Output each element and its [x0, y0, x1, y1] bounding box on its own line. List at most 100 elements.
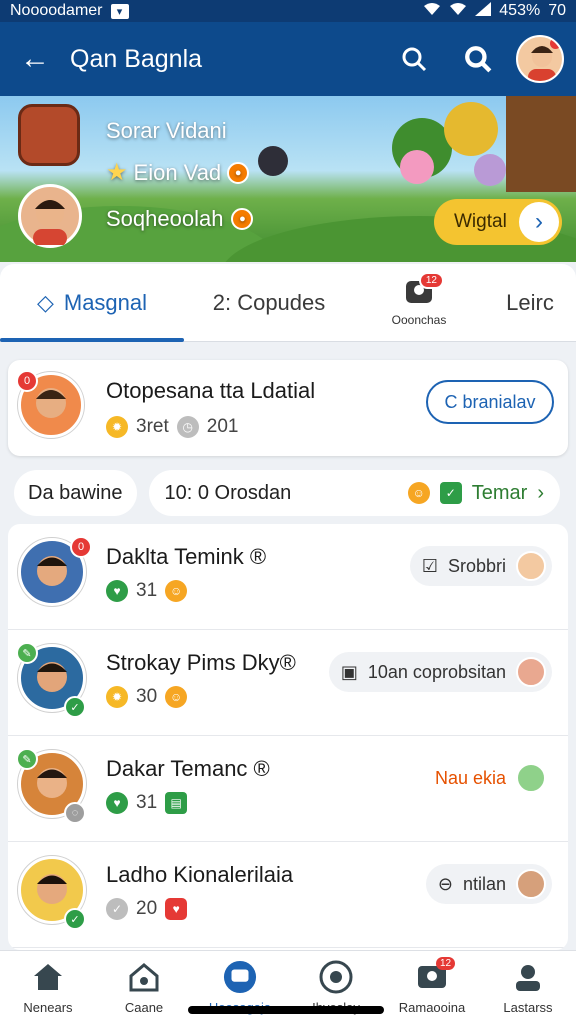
check-icon: ✓ — [439, 482, 462, 504]
house-outline-icon — [127, 960, 161, 994]
clock-icon: ◷ — [176, 416, 199, 438]
sun-icon: ✹ — [106, 416, 128, 438]
tab-copudes[interactable]: 2: Copudes — [184, 264, 354, 341]
shield-icon: ♥ — [165, 898, 188, 920]
notification-dot — [550, 38, 561, 49]
featured-stats: ✹ 3ret ◷ 201 — [106, 416, 238, 438]
friend-name: Daklta Temink ® — [106, 544, 267, 569]
mini-avatar — [516, 551, 546, 581]
friend-action-pill[interactable]: ▣ 10an coprobsitan — [328, 652, 552, 692]
banner-username: Soqheoolah ● — [106, 206, 254, 232]
checkbox-icon: ☑ — [421, 555, 438, 576]
tab-badge: 12 — [418, 272, 444, 289]
leaf-badge: ✎ — [16, 748, 38, 770]
reload-icon: ⊖ — [437, 873, 453, 894]
featured-action-button[interactable]: C branialav — [426, 380, 554, 424]
notification-icon: ▾ — [110, 3, 129, 19]
list-item[interactable]: ✓ Ladho Kionalerilaia ✓ 20 ♥ ⊖ ntilan — [8, 842, 568, 948]
alert-badge: 0 — [16, 370, 38, 392]
star-icon: ★ — [106, 159, 128, 186]
chat-icon — [223, 960, 257, 994]
carrier-label: Noooodamer — [10, 2, 103, 19]
tab-leirc[interactable]: Leirc — [484, 264, 576, 341]
profile-avatar[interactable] — [516, 35, 564, 83]
featured-friend-card[interactable]: 0 Otopesana tta Ldatial ✹ 3ret ◷ 201 C b… — [8, 360, 568, 456]
emoji-icon: ☺ — [165, 580, 188, 602]
friend-action-pill[interactable]: ☑ Srobbri — [409, 546, 552, 586]
nav-item-caane[interactable]: Caane — [96, 951, 192, 1024]
shield-icon: ♥ — [106, 792, 128, 814]
inbox-icon: 12 — [404, 272, 444, 309]
app-bar: ← Qan Bagnla — [0, 22, 576, 96]
banner-subtitle: ★ Eion Vad ● — [106, 158, 250, 187]
sun-icon: ✹ — [106, 686, 128, 708]
banner-mascot — [258, 146, 288, 176]
online-check-badge: ✓ — [64, 696, 86, 718]
list-item[interactable]: ✎ ✓ Strokay Pims Dky® ✹ 30 ☺ ▣ 10an copr… — [8, 630, 568, 736]
chevron-right-icon: › — [537, 481, 544, 504]
banner-tree — [444, 102, 498, 156]
shield-icon: ♥ — [106, 580, 128, 602]
treehouse — [506, 96, 576, 192]
alert-badge: 0 — [70, 536, 92, 558]
game-banner: Sorar Vidani ★ Eion Vad ● Soqheoolah ● W… — [0, 96, 576, 262]
banner-mascot — [400, 150, 434, 184]
chat-badge: ◌ — [64, 802, 86, 824]
home-indicator[interactable] — [188, 1006, 384, 1014]
featured-name: Otopesana tta Ldatial — [106, 378, 316, 403]
tag-icon: ◇ — [36, 289, 54, 315]
friend-name: Strokay Pims Dky® — [106, 650, 296, 675]
battery-label: 453% — [499, 2, 541, 19]
friend-stats: ✓ 20 ♥ — [106, 898, 188, 920]
clock-label: 70 — [548, 2, 566, 19]
nav-item-ramaooina[interactable]: 12 Ramaooina — [384, 951, 480, 1024]
feather-icon: ✓ — [106, 898, 128, 920]
banner-mascot — [474, 154, 506, 186]
status-bar: Noooodamer ▾ 453% 70 — [0, 0, 576, 22]
filter-row: Da bawine 10: 0 Orosdan ☺ ✓ Temar › — [14, 470, 560, 516]
emoji-icon: ☺ — [407, 482, 430, 504]
profile-icon — [511, 960, 545, 994]
friend-stats: ♥ 31 ▤ — [106, 792, 188, 814]
friend-list: 0 Daklta Temink ® ♥ 31 ☺ ☑ Srobbri ✎ ✓ S… — [8, 524, 568, 950]
nav-item-home[interactable]: Nenears — [0, 951, 96, 1024]
banner-cta-button[interactable]: Wigtal › — [434, 199, 562, 245]
tab-bar: ◇ Masgnal 2: Copudes 12 Ooonchas Leirc — [0, 264, 576, 342]
home-icon — [31, 960, 65, 994]
tab-ooonchas[interactable]: 12 Ooonchas — [354, 264, 484, 341]
tab-messages[interactable]: ◇ Masgnal — [0, 264, 184, 342]
wifi-icon — [449, 2, 467, 21]
banner-title: Sorar Vidani — [106, 118, 227, 143]
coin-icon: ● — [227, 161, 250, 184]
page-title: Qan Bagnla — [70, 44, 203, 73]
mini-avatar — [516, 763, 546, 793]
user-avatar[interactable] — [18, 184, 82, 248]
friend-stats: ✹ 30 ☺ — [106, 686, 188, 708]
list-item[interactable]: 0 Daklta Temink ® ♥ 31 ☺ ☑ Srobbri — [8, 524, 568, 630]
wifi-icon — [423, 2, 441, 21]
filter-label[interactable]: Da bawine — [14, 470, 137, 516]
friend-name: Ladho Kionalerilaia — [106, 862, 294, 887]
friend-stats: ♥ 31 ☺ — [106, 580, 188, 602]
search-icon[interactable] — [382, 46, 446, 72]
mini-avatar — [516, 657, 546, 687]
calendar-icon: ▤ — [165, 792, 188, 814]
filter-time-chip[interactable]: 10: 0 Orosdan ☺ ✓ Temar › — [148, 470, 560, 516]
signal-icon — [475, 1, 492, 21]
chevron-right-icon: › — [519, 202, 559, 242]
friend-action-pill[interactable]: Nau ekia — [423, 758, 552, 798]
emoji-icon: ☺ — [165, 686, 188, 708]
online-check-badge: ✓ — [64, 908, 86, 930]
coin-icon: ● — [231, 208, 254, 230]
document-icon: ▣ — [340, 661, 358, 682]
friend-name: Dakar Temanc ® — [106, 756, 270, 781]
search-icon[interactable] — [446, 45, 510, 73]
friend-action-pill[interactable]: ⊖ ntilan — [425, 864, 552, 904]
nav-badge: 12 — [436, 957, 456, 970]
mini-avatar — [516, 869, 546, 899]
nav-item-lastarss[interactable]: Lastarss — [480, 951, 576, 1024]
back-arrow-icon[interactable]: ← — [0, 42, 70, 76]
gamepad-icon — [319, 960, 353, 994]
leaf-badge: ✎ — [16, 642, 38, 664]
list-item[interactable]: ✎ ◌ Dakar Temanc ® ♥ 31 ▤ Nau ekia — [8, 736, 568, 842]
